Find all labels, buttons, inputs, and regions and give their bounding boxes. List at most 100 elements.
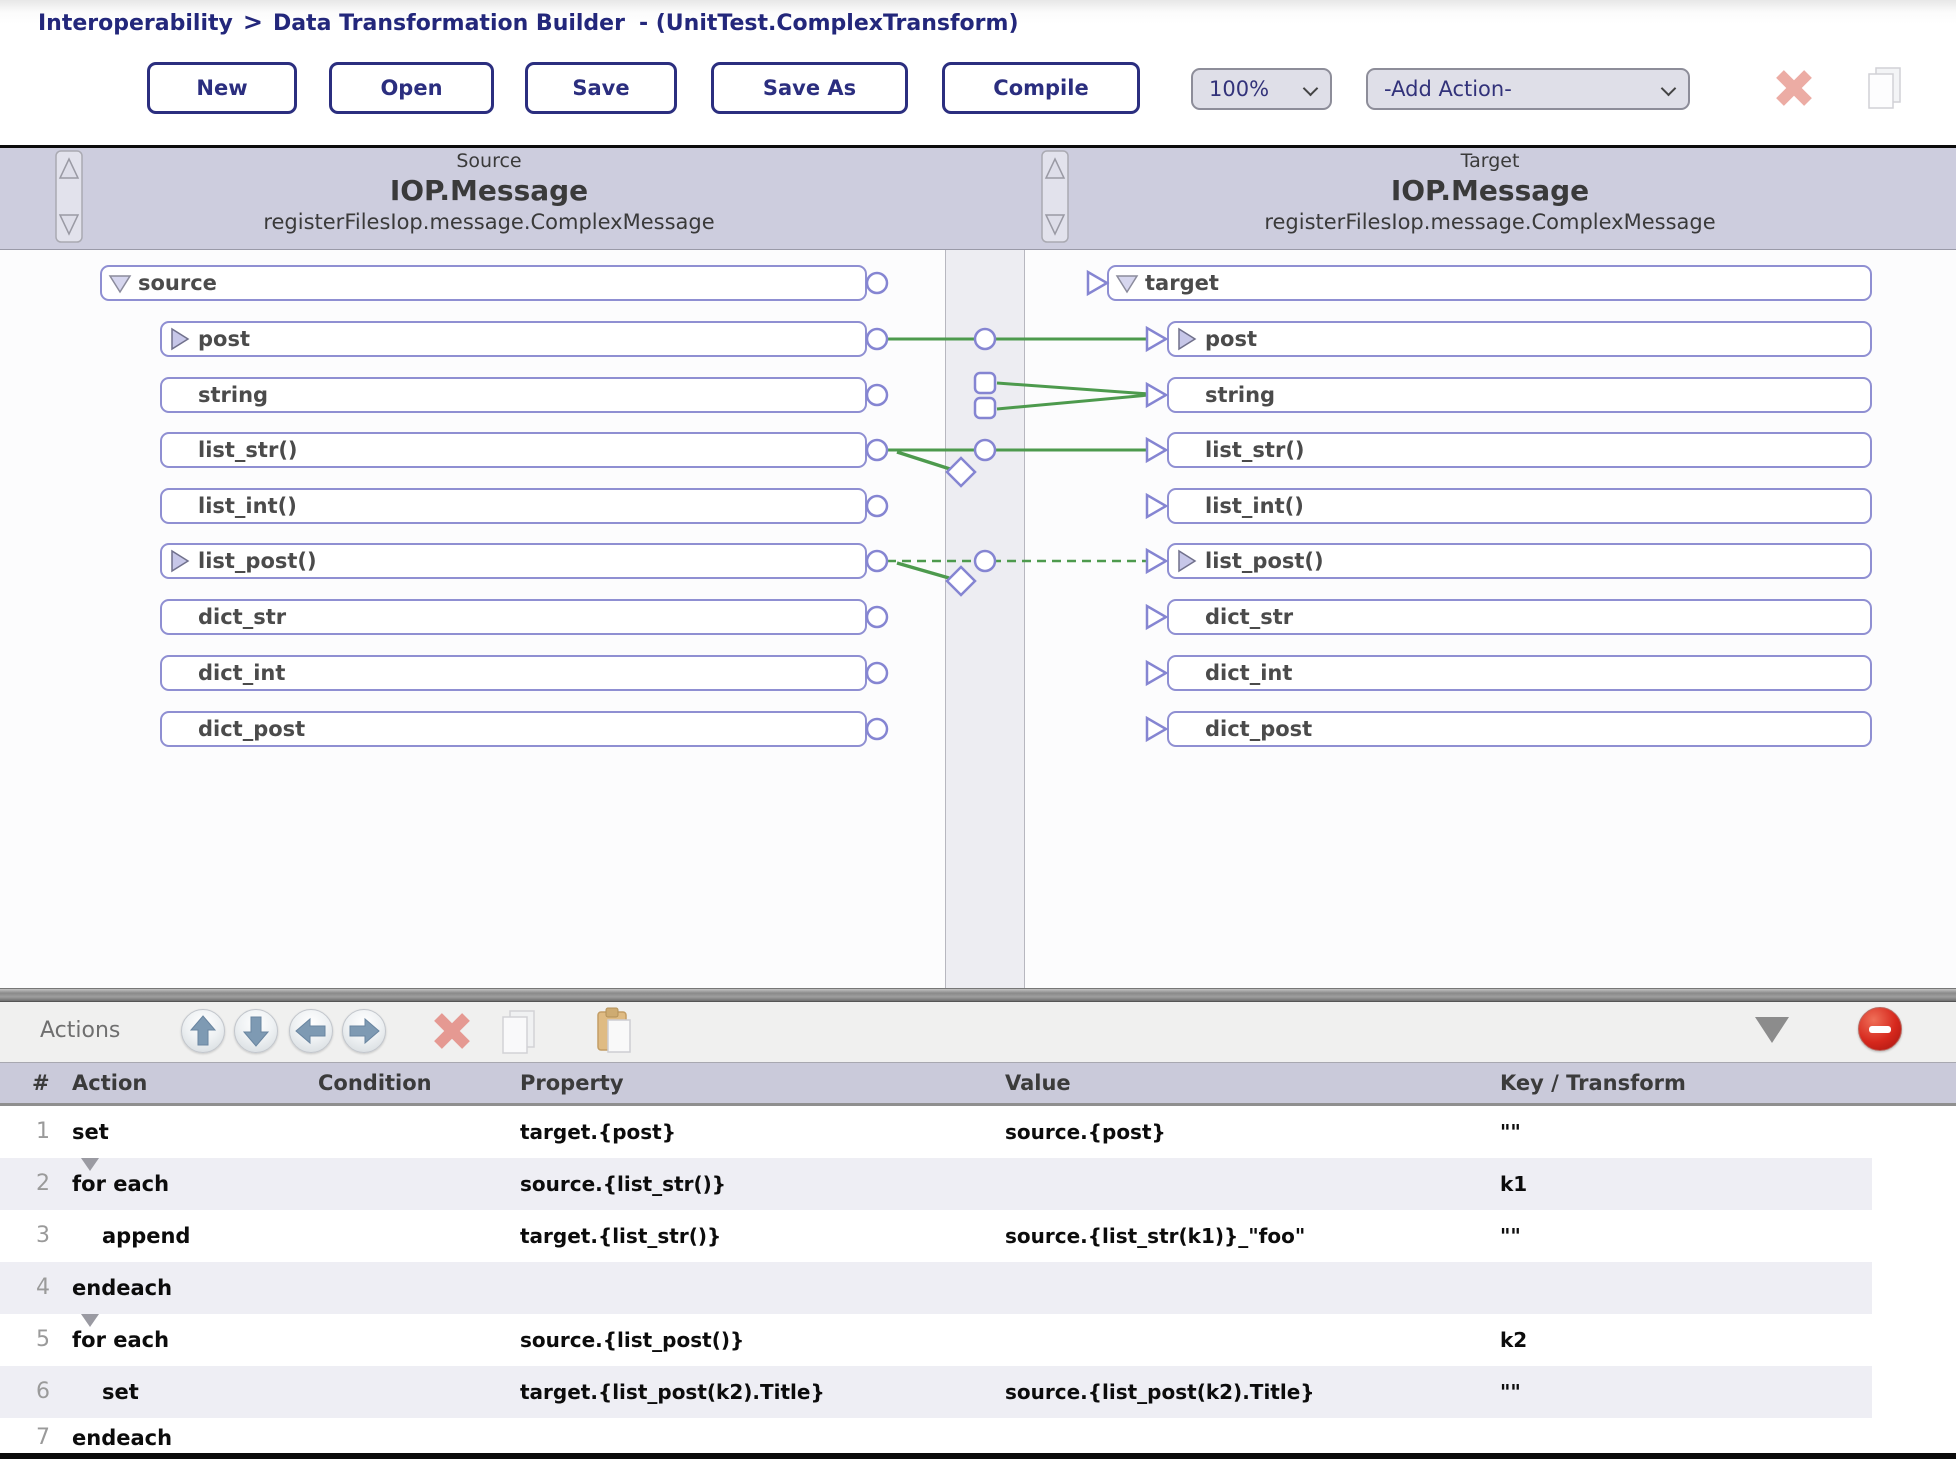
breadcrumb-separator: >: [243, 8, 263, 36]
source-scroll-spinner[interactable]: [55, 150, 83, 243]
action-cell: set: [102, 1366, 139, 1418]
save-as-button[interactable]: Save As: [711, 62, 908, 114]
delete-x-icon[interactable]: [1774, 68, 1814, 108]
row-number: 2: [24, 1158, 50, 1210]
target-node-dict_post[interactable]: dict_post: [1167, 711, 1872, 747]
paste-action-icon[interactable]: [594, 1006, 634, 1054]
source-node-list_str[interactable]: list_str(): [160, 432, 867, 468]
breadcrumb-interoperability[interactable]: Interoperability: [38, 11, 233, 36]
source-class-name: IOP.Message: [0, 173, 978, 208]
expand-triangle-icon[interactable]: [1175, 326, 1205, 352]
key-cell: k1: [1500, 1158, 1527, 1210]
node-label: list_int(): [1205, 494, 1304, 518]
row-number: 5: [24, 1314, 50, 1366]
target-node-dict_int[interactable]: dict_int: [1167, 655, 1872, 691]
action-row-2[interactable]: 2 for each source.{list_str()} k1: [0, 1158, 1872, 1210]
compile-button[interactable]: Compile: [942, 62, 1140, 114]
new-button[interactable]: New: [147, 62, 297, 114]
property-cell: target.{list_post(k2).Title}: [520, 1366, 825, 1418]
target-node-string[interactable]: string: [1167, 377, 1872, 413]
target-root-node[interactable]: target: [1107, 265, 1872, 301]
chevron-down-icon: [1303, 81, 1319, 97]
node-label: dict_post: [1205, 717, 1312, 741]
expand-triangle-icon[interactable]: [168, 548, 198, 574]
node-label: list_str(): [198, 438, 298, 462]
collapse-actions-icon[interactable]: [1755, 1017, 1789, 1043]
col-condition: Condition: [318, 1063, 432, 1104]
property-cell: target.{list_str()}: [520, 1210, 721, 1262]
col-value: Value: [1005, 1063, 1071, 1104]
action-row-3[interactable]: 3 append target.{list_str()} source.{lis…: [0, 1210, 1872, 1262]
source-node-dict_str[interactable]: dict_str: [160, 599, 867, 635]
target-scroll-spinner[interactable]: [1041, 150, 1069, 243]
source-node-dict_int[interactable]: dict_int: [160, 655, 867, 691]
copy-icon[interactable]: [1866, 66, 1904, 110]
source-node-post[interactable]: post: [160, 321, 867, 357]
panel-splitter[interactable]: [0, 988, 1956, 1002]
up-arrow-icon: [182, 1010, 224, 1052]
col-action: Action: [72, 1063, 147, 1104]
action-row-7[interactable]: 7 endeach: [0, 1418, 1872, 1453]
delete-action-icon[interactable]: [430, 1009, 474, 1053]
action-cell: set: [72, 1106, 109, 1158]
move-left-button[interactable]: [289, 1009, 333, 1053]
open-button[interactable]: Open: [329, 62, 494, 114]
expand-triangle-icon[interactable]: [168, 326, 198, 352]
node-label: dict_int: [198, 661, 285, 685]
move-right-button[interactable]: [342, 1009, 386, 1053]
actions-title: Actions: [40, 1018, 120, 1043]
top-toolbar: Interoperability > Data Transformation Bui…: [0, 0, 1956, 145]
target-node-list_str[interactable]: list_str(): [1167, 432, 1872, 468]
action-cell: endeach: [72, 1262, 172, 1314]
source-node-dict_post[interactable]: dict_post: [160, 711, 867, 747]
action-row-1[interactable]: 1 set target.{post} source.{post} "": [0, 1106, 1872, 1158]
value-cell: source.{list_post(k2).Title}: [1005, 1366, 1315, 1418]
target-node-list_int[interactable]: list_int(): [1167, 488, 1872, 524]
zoom-select[interactable]: 100%: [1191, 68, 1332, 110]
disable-action-icon[interactable]: [1858, 1007, 1902, 1051]
transform-name: - (UnitTest.ComplexTransform): [639, 11, 1019, 36]
source-node-list_post[interactable]: list_post(): [160, 543, 867, 579]
source-node-list_int[interactable]: list_int(): [160, 488, 867, 524]
node-label: list_int(): [198, 494, 297, 518]
add-action-select[interactable]: -Add Action-: [1366, 68, 1690, 110]
action-cell: endeach: [72, 1418, 172, 1458]
move-up-button[interactable]: [181, 1009, 225, 1053]
target-role-label: Target: [1024, 150, 1956, 173]
row-number: 3: [24, 1210, 50, 1262]
target-node-list_post[interactable]: list_post(): [1167, 543, 1872, 579]
node-label: list_post(): [198, 549, 317, 573]
foreach-dropdown-icon[interactable]: [81, 1314, 99, 1327]
target-node-post[interactable]: post: [1167, 321, 1872, 357]
action-row-6[interactable]: 6 set target.{list_post(k2).Title} sourc…: [0, 1366, 1872, 1418]
target-node-dict_str[interactable]: dict_str: [1167, 599, 1872, 635]
source-node-string[interactable]: string: [160, 377, 867, 413]
copy-action-icon[interactable]: [500, 1008, 538, 1054]
source-root-node[interactable]: source: [100, 265, 867, 301]
value-cell: source.{list_str(k1)}_"foo": [1005, 1210, 1305, 1262]
expand-triangle-icon[interactable]: [1175, 548, 1205, 574]
node-label: post: [198, 327, 250, 351]
property-cell: source.{list_post()}: [520, 1314, 744, 1366]
property-cell: target.{post}: [520, 1106, 676, 1158]
source-subtitle: registerFilesIop.message.ComplexMessage: [0, 208, 978, 236]
col-num: #: [32, 1063, 50, 1104]
target-subtitle: registerFilesIop.message.ComplexMessage: [1024, 208, 1956, 236]
key-cell: "": [1500, 1106, 1521, 1158]
collapse-triangle-icon[interactable]: [1115, 270, 1145, 296]
zoom-value: 100%: [1209, 77, 1269, 101]
target-panel-header: Target IOP.Message registerFilesIop.mess…: [1024, 150, 1956, 236]
node-label: dict_str: [1205, 605, 1293, 629]
node-label: target: [1145, 271, 1219, 295]
action-cell: append: [102, 1210, 190, 1262]
connector-gutter: [945, 250, 1025, 988]
breadcrumb-page-title: Data Transformation Builder: [273, 11, 625, 36]
value-cell: source.{post}: [1005, 1106, 1166, 1158]
collapse-triangle-icon[interactable]: [108, 270, 138, 296]
move-down-button[interactable]: [234, 1009, 278, 1053]
save-button[interactable]: Save: [525, 62, 677, 114]
foreach-dropdown-icon[interactable]: [81, 1158, 99, 1171]
action-row-4[interactable]: 4 endeach: [0, 1262, 1872, 1314]
key-cell: "": [1500, 1366, 1521, 1418]
action-row-5[interactable]: 5 for each source.{list_post()} k2: [0, 1314, 1872, 1366]
